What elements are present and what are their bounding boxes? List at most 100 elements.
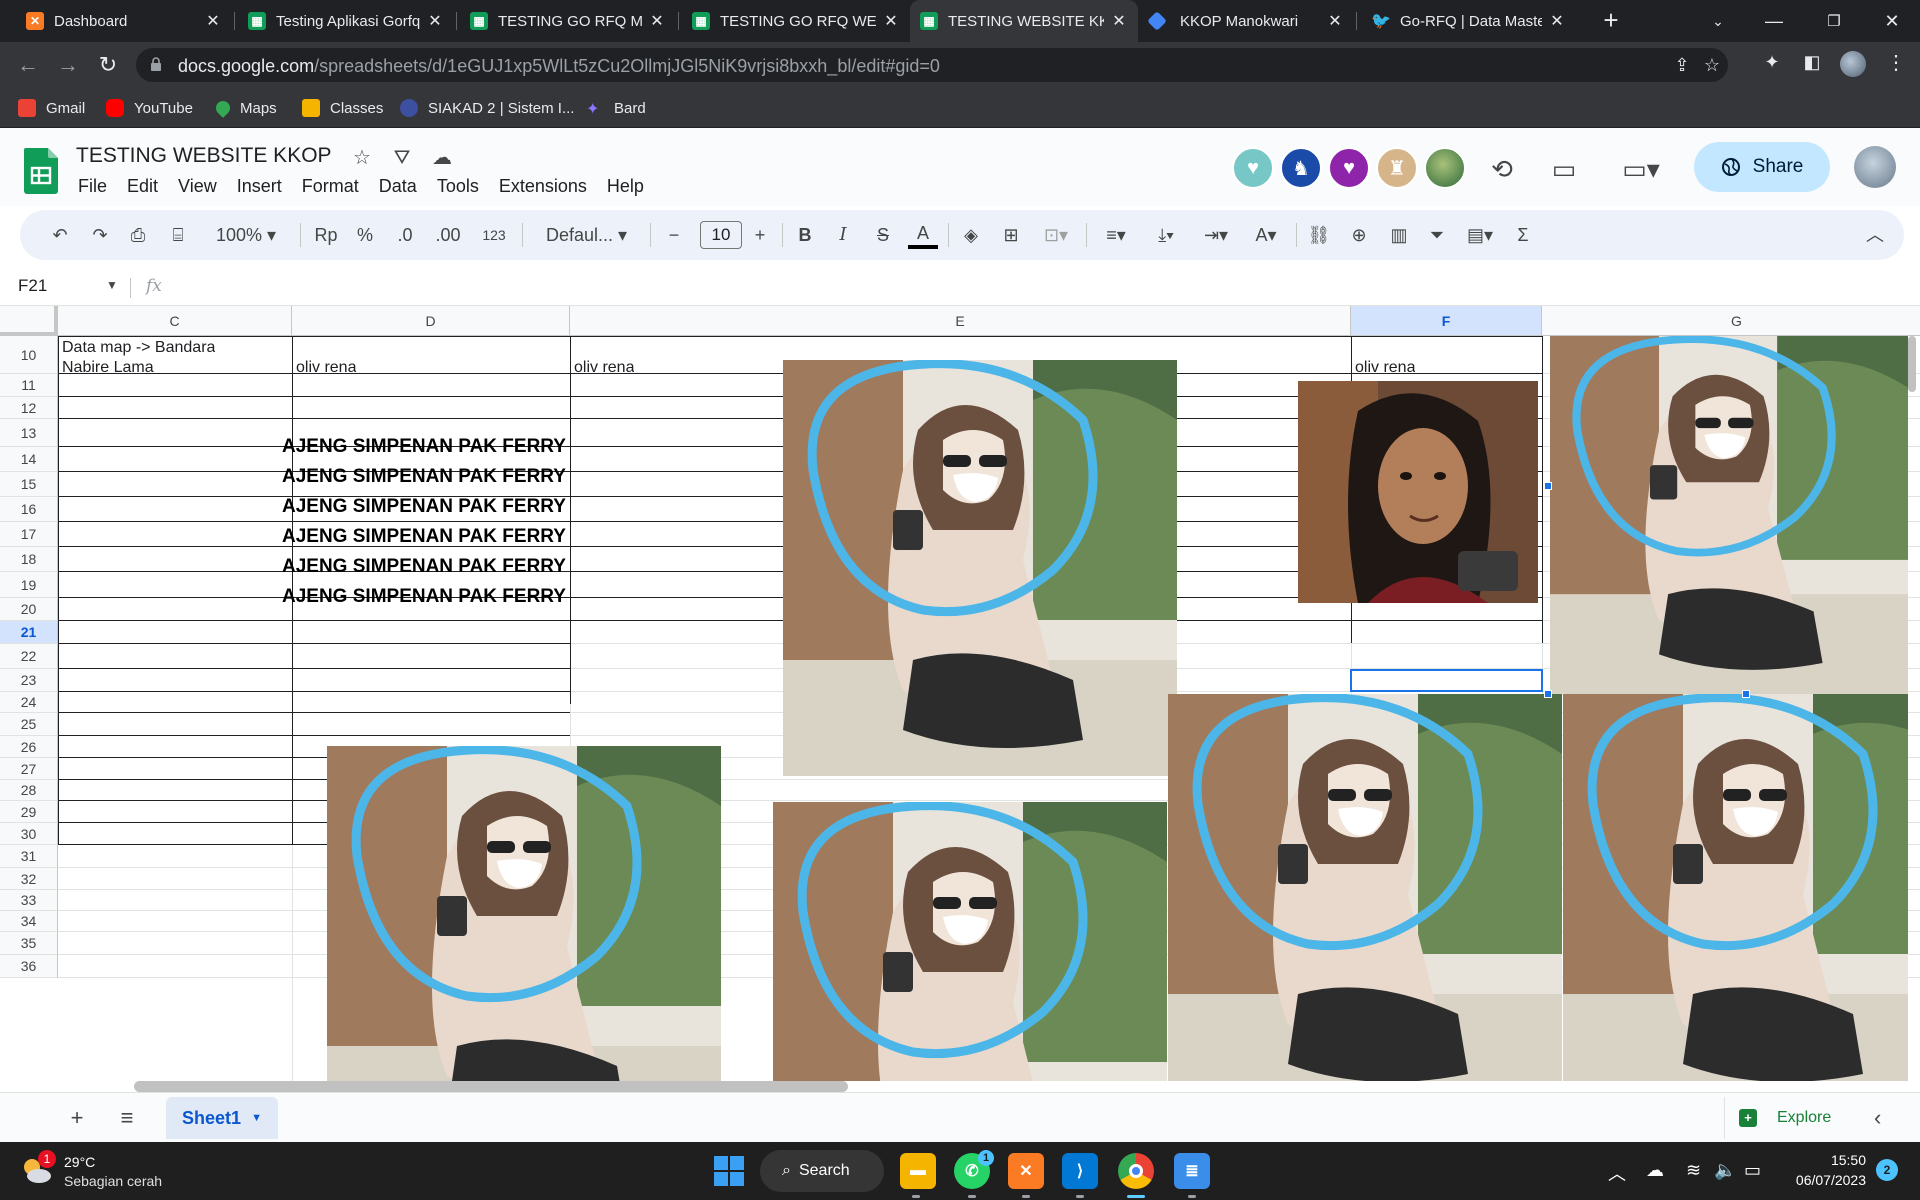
browser-tab-dashboard[interactable]: ✕ Dashboard ✕ [16,0,232,42]
browser-tab-testing-go-rfq-we[interactable]: ▦ TESTING GO RFQ WE ✕ [682,0,910,42]
vertical-align-icon[interactable]: ⤓▾ [1144,221,1188,249]
inserted-photo-selected[interactable] [1550,336,1908,694]
cell-d15[interactable]: AJENG SIMPENAN PAK FERRY [282,496,568,518]
weather-widget[interactable]: 1 29°C Sebagian cerah [20,1150,240,1194]
forward-icon[interactable]: → [54,52,82,80]
tab-search-icon[interactable]: ⌄ [1690,0,1746,42]
menu-format[interactable]: Format [292,174,369,199]
menu-help[interactable]: Help [597,174,654,199]
row-header-12[interactable]: 12 [0,397,58,419]
move-folder-icon[interactable]: ⛛ [390,146,414,170]
browser-tab-testing-aplikasi[interactable]: ▦ Testing Aplikasi Gorfq ✕ [238,0,454,42]
row-header-20[interactable]: 20 [0,598,58,621]
restore-button[interactable]: ❐ [1806,0,1862,42]
spreadsheet-grid[interactable]: C D E F G 10 11 12 13 14 15 16 17 18 19 20 21 22 23 24… [0,306,1920,1081]
row-header-26[interactable]: 26 [0,736,58,758]
battery-icon[interactable]: ▭ [1744,1160,1761,1181]
sheet-tab-sheet1[interactable]: Sheet1 ▼ [166,1097,278,1139]
row-header-36[interactable]: 36 [0,955,58,978]
side-panel-collapse-icon[interactable]: ‹ [1874,1105,1881,1131]
bold-button[interactable]: B [792,221,818,249]
close-icon[interactable]: ✕ [1548,11,1566,31]
collaborator-otter-avatar[interactable]: ♥ [1232,147,1274,189]
text-wrapping-icon[interactable]: ⇥▾ [1194,221,1238,249]
row-header-13[interactable]: 13 [0,419,58,447]
column-header-f[interactable]: F [1351,306,1542,336]
insert-link-icon[interactable]: ⛓ [1304,221,1334,249]
row-header-31[interactable]: 31 [0,845,58,868]
increase-font-size-button[interactable]: + [748,221,772,249]
cell-d14[interactable]: AJENG SIMPENAN PAK FERRY [282,466,568,488]
column-header-c[interactable]: C [58,306,292,336]
close-icon[interactable]: ✕ [1110,11,1128,31]
row-header-24[interactable]: 24 [0,692,58,713]
menu-view[interactable]: View [168,174,227,199]
row-header-30[interactable]: 30 [0,823,58,845]
menu-file[interactable]: File [68,174,117,199]
explore-button[interactable]: + Explore [1724,1097,1854,1139]
row-header-10[interactable]: 10 [0,336,58,374]
decrease-decimal-button[interactable]: .0 [388,221,422,249]
name-box[interactable]: F21 [18,276,47,296]
vertical-scrollbar[interactable] [1908,336,1916,392]
insert-comment-icon[interactable]: ⊕ [1344,221,1374,249]
browser-tab-testing-go-rfq-mo[interactable]: ▦ TESTING GO RFQ MO ✕ [460,0,676,42]
text-rotation-icon[interactable]: A▾ [1244,221,1288,249]
menu-tools[interactable]: Tools [427,174,489,199]
bookmark-gmail[interactable]: Gmail [18,97,85,119]
system-clock[interactable]: 15:50 06/07/2023 [1770,1150,1866,1190]
borders-icon[interactable]: ⊞ [996,221,1026,249]
row-header-34[interactable]: 34 [0,911,58,932]
cell-d18[interactable]: AJENG SIMPENAN PAK FERRY [282,586,568,608]
text-color-button[interactable]: A [908,221,938,249]
redo-icon[interactable]: ↷ [86,221,114,249]
select-all-corner[interactable] [0,306,58,336]
column-header-e[interactable]: E [570,306,1351,336]
row-header-29[interactable]: 29 [0,801,58,823]
merge-cells-icon[interactable]: ⊡▾ [1034,221,1078,249]
bookmark-youtube[interactable]: YouTube [106,97,193,119]
column-header-g[interactable]: G [1542,306,1920,336]
row-header-18[interactable]: 18 [0,547,58,572]
filter-icon[interactable]: ⏷ [1422,221,1452,249]
horizontal-align-icon[interactable]: ≡▾ [1094,221,1138,249]
currency-format-button[interactable]: Rp [310,221,342,249]
extensions-icon[interactable]: ✦ [1760,50,1784,74]
minimize-button[interactable]: — [1746,0,1802,42]
row-header-16[interactable]: 16 [0,497,58,522]
browser-tab-testing-website-kkop[interactable]: ▦ TESTING WEBSITE KK ✕ [910,0,1138,42]
xampp-icon[interactable]: ✕ [1008,1153,1044,1189]
undo-icon[interactable]: ↶ [46,221,74,249]
close-icon[interactable]: ✕ [648,11,666,31]
row-header-11[interactable]: 11 [0,374,58,397]
row-header-32[interactable]: 32 [0,868,58,890]
document-title[interactable]: TESTING WEBSITE KKOP [76,144,332,168]
notepad-icon[interactable]: ≣ [1174,1153,1210,1189]
onedrive-icon[interactable]: ☁ [1646,1160,1664,1181]
back-icon[interactable]: ← [14,52,42,80]
percent-format-button[interactable]: % [352,221,378,249]
row-header-28[interactable]: 28 [0,780,58,801]
row-header-25[interactable]: 25 [0,713,58,736]
name-box-dropdown-icon[interactable]: ▼ [106,278,118,292]
wifi-icon[interactable]: ≋ [1686,1160,1701,1181]
account-avatar[interactable] [1854,146,1896,188]
vscode-icon[interactable]: ⟩ [1062,1153,1098,1189]
paint-format-icon[interactable]: ⌸ [164,221,192,249]
row-header-27[interactable]: 27 [0,758,58,780]
comments-icon[interactable]: ▭ [1546,151,1582,187]
menu-data[interactable]: Data [369,174,427,199]
close-icon[interactable]: ✕ [882,11,900,31]
italic-button[interactable]: I [830,221,856,249]
volume-icon[interactable]: 🔈 [1714,1160,1736,1181]
side-panel-icon[interactable]: ◧ [1800,50,1824,74]
reload-icon[interactable]: ↻ [94,52,122,80]
horizontal-scrollbar[interactable] [134,1081,848,1092]
zoom-select[interactable]: 100% ▾ [206,221,286,249]
font-size-input[interactable]: 10 [700,221,742,249]
cell-e10[interactable]: oliv rena [574,359,634,377]
collaborator-cat-avatar[interactable]: ♞ [1280,147,1322,189]
inserted-photo[interactable] [1168,694,1563,1081]
chrome-icon[interactable] [1118,1153,1154,1189]
inserted-photo[interactable] [773,802,1168,1081]
